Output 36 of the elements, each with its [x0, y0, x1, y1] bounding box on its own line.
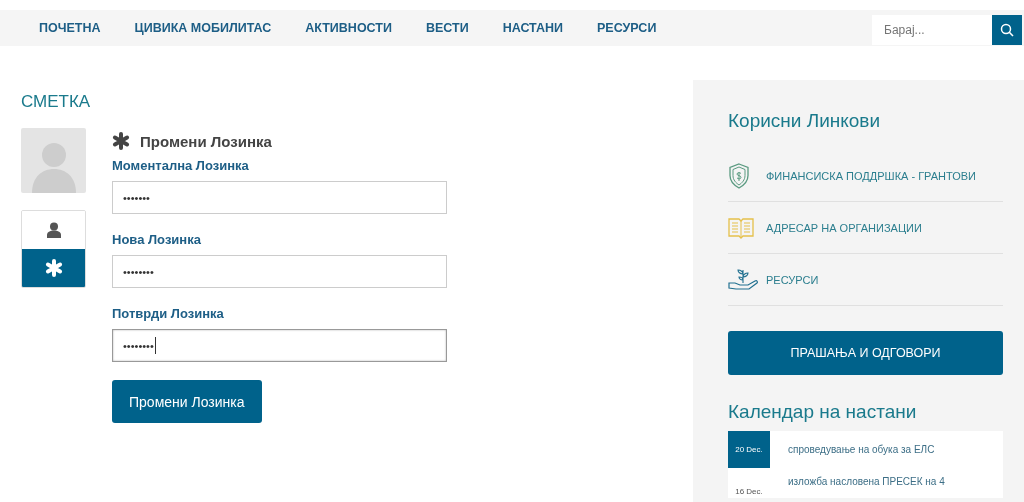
search-button[interactable] [992, 14, 1022, 45]
nav-link[interactable]: ВЕСТИ [408, 21, 486, 35]
nav-link[interactable]: РЕСУРСИ [580, 21, 674, 35]
nav-link[interactable]: НАСТАНИ [485, 21, 580, 35]
password-field[interactable]: •••••••• [112, 329, 447, 362]
useful-link[interactable]: ФИНАНСИСКА ПОДДРШКА - ГРАНТОВИ [766, 169, 976, 182]
book-icon [728, 215, 754, 240]
nav-link[interactable]: ЦИВИКА МОБИЛИТАС [117, 21, 289, 35]
field-label: Моментална Лозинка [112, 158, 250, 173]
section-heading: Корисни Линкови [728, 110, 882, 132]
event-item[interactable]: 16 Dec. изложба насловена ПРЕСЕК на 4 [728, 468, 1003, 498]
password-field[interactable]: ••••••• [112, 181, 447, 214]
user-icon [46, 222, 61, 238]
event-date: 20 Dec. [728, 431, 770, 468]
useful-link[interactable]: РЕСУРСИ [766, 273, 819, 286]
form-title: Промени Лозинка [140, 132, 272, 150]
shield-icon [728, 162, 750, 189]
asterisk-icon [112, 132, 130, 150]
page-heading: СМЕТКА [21, 92, 92, 112]
faq-button[interactable]: ПРАШАЊА И ОДГОВОРИ [728, 331, 1003, 375]
section-heading: Календар на настани [728, 401, 918, 423]
useful-link[interactable]: АДРЕСАР НА ОРГАНИЗАЦИИ [766, 221, 922, 234]
event-item[interactable]: 20 Dec. спроведување на обука за ЕЛС [728, 431, 1003, 468]
search-field[interactable]: Барај... [872, 14, 992, 45]
nav-link[interactable]: ПОЧЕТНА [22, 21, 118, 35]
account-tab[interactable] [22, 249, 85, 287]
asterisk-icon [44, 259, 63, 277]
field-label: Потврди Лозинка [112, 306, 225, 321]
nav-link[interactable]: АКТИВНОСТИ [288, 21, 409, 35]
event-title: изложба насловена ПРЕСЕК на 4 [787, 475, 945, 489]
event-title: спроведување на обука за ЕЛС [787, 443, 935, 457]
change-password-button[interactable]: Промени Лозинка [112, 380, 262, 423]
field-label: Нова Лозинка [112, 232, 202, 247]
search-icon [1000, 22, 1014, 37]
avatar-placeholder [21, 128, 86, 193]
password-field[interactable]: •••••••• [112, 255, 447, 288]
